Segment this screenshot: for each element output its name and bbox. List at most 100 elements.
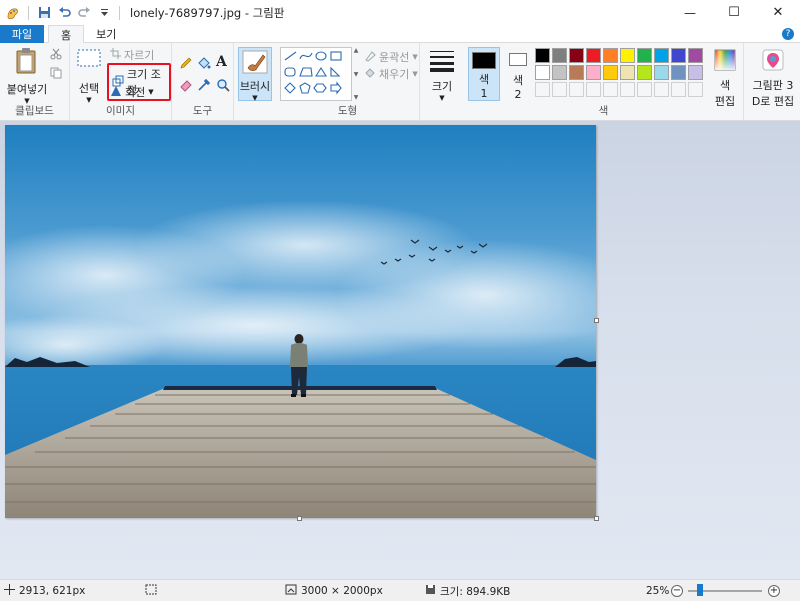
- shapes-scroll[interactable]: ▲ ▼ ▼: [352, 47, 360, 101]
- zoom-slider-thumb[interactable]: [697, 584, 703, 596]
- color1-button[interactable]: 색 1: [468, 47, 500, 101]
- palette-color-swatch[interactable]: [654, 48, 669, 63]
- customize-qat-icon[interactable]: [97, 6, 111, 20]
- cut-icon[interactable]: [50, 48, 62, 63]
- resize-handle-corner[interactable]: [594, 516, 599, 521]
- custom-color-slot[interactable]: [637, 82, 652, 97]
- tab-view[interactable]: 보기: [84, 25, 128, 43]
- palette-color-swatch[interactable]: [620, 48, 635, 63]
- copy-icon[interactable]: [50, 67, 62, 82]
- custom-color-slot[interactable]: [620, 82, 635, 97]
- resize-handle-bottom[interactable]: [297, 516, 302, 521]
- text-tool-icon[interactable]: A: [216, 54, 227, 70]
- window-title: lonely-7689797.jpg - 그림판: [130, 5, 285, 20]
- eraser-icon[interactable]: [179, 78, 193, 95]
- outline-button[interactable]: 윤곽선 ▼: [364, 49, 418, 65]
- outline-icon: [364, 50, 376, 65]
- custom-color-slot[interactable]: [569, 82, 584, 97]
- ribbon-tabs: 파일 홈 보기 ?: [0, 25, 800, 44]
- image-dimensions: 3000 × 2000px: [285, 580, 383, 601]
- save-icon[interactable]: [37, 6, 51, 20]
- palette-color-swatch[interactable]: [586, 48, 601, 63]
- undo-icon[interactable]: [57, 6, 71, 20]
- custom-color-slot[interactable]: [535, 82, 550, 97]
- palette-color-swatch[interactable]: [671, 65, 686, 80]
- magnifier-icon[interactable]: [216, 78, 230, 95]
- crop-button[interactable]: 자르기: [110, 47, 154, 63]
- color-picker-icon[interactable]: [197, 78, 211, 95]
- palette-color-swatch[interactable]: [688, 48, 703, 63]
- palette-color-swatch[interactable]: [620, 65, 635, 80]
- chevron-down-icon: ▼: [148, 88, 154, 96]
- palette-color-swatch[interactable]: [603, 48, 618, 63]
- workspace[interactable]: [0, 121, 800, 579]
- edit-colors-button[interactable]: 색 편집: [710, 49, 740, 109]
- tab-home[interactable]: 홈: [48, 25, 85, 44]
- rounded-rectangle-shape-icon: [284, 67, 296, 77]
- paint3d-icon: [762, 49, 784, 74]
- pentagon-shape-icon: [299, 82, 311, 94]
- color2-button[interactable]: 색 2: [504, 47, 532, 101]
- tab-file[interactable]: 파일: [0, 25, 44, 43]
- palette-color-swatch[interactable]: [535, 65, 550, 80]
- size-button[interactable]: 크기 ▼: [426, 49, 458, 102]
- palette-color-swatch[interactable]: [569, 48, 584, 63]
- color1-number: 1: [480, 87, 488, 100]
- scroll-down-icon[interactable]: ▼: [354, 71, 359, 78]
- select-button[interactable]: 선택 ▼: [75, 49, 103, 104]
- palette-color-swatch[interactable]: [671, 48, 686, 63]
- help-icon[interactable]: ?: [782, 28, 794, 40]
- redo-icon[interactable]: [77, 6, 91, 20]
- color1-swatch: [472, 52, 496, 69]
- group-size: 크기 ▼: [420, 43, 464, 121]
- palette-color-swatch[interactable]: [586, 65, 601, 80]
- zoom-in-button[interactable]: +: [768, 585, 780, 597]
- expand-icon[interactable]: ▼: [354, 94, 359, 101]
- resize-handle-right[interactable]: [594, 318, 599, 323]
- palette-color-swatch[interactable]: [637, 65, 652, 80]
- triangle-shape-icon: [315, 66, 327, 77]
- group-label-shapes: 도형: [337, 105, 358, 117]
- group-image: 선택 ▼ 자르기 크기 조정 회전 ▼ 이미지: [70, 43, 172, 121]
- line-shape-icon: [284, 51, 297, 61]
- selection-size-icon: [145, 584, 157, 598]
- palette-color-swatch[interactable]: [637, 48, 652, 63]
- rotate-button[interactable]: 회전 ▼: [110, 84, 154, 100]
- paste-label: 붙여넣기: [6, 83, 48, 96]
- group-label-tools: 도구: [192, 105, 213, 117]
- paste-button[interactable]: 붙여넣기 ▼: [5, 47, 49, 105]
- custom-color-slot[interactable]: [654, 82, 669, 97]
- title-bar: lonely-7689797.jpg - 그림판 — ☐ ✕: [0, 0, 800, 25]
- image-canvas[interactable]: [5, 125, 596, 518]
- zoom-out-button[interactable]: −: [671, 585, 683, 597]
- shapes-gallery[interactable]: [280, 47, 352, 101]
- palette-color-swatch[interactable]: [654, 65, 669, 80]
- custom-color-slot[interactable]: [586, 82, 601, 97]
- palette-color-swatch[interactable]: [552, 48, 567, 63]
- custom-color-slot[interactable]: [688, 82, 703, 97]
- palette-color-swatch[interactable]: [603, 65, 618, 80]
- rectangle-shape-icon: [330, 51, 342, 61]
- palette-color-swatch[interactable]: [688, 65, 703, 80]
- custom-color-slot[interactable]: [552, 82, 567, 97]
- palette-color-swatch[interactable]: [535, 48, 550, 63]
- edit-with-paint3d-button[interactable]: 그림판 3 D로 편집: [748, 49, 798, 109]
- palette-color-swatch[interactable]: [569, 65, 584, 80]
- select-rectangle-icon: [77, 49, 101, 72]
- close-button[interactable]: ✕: [756, 0, 800, 25]
- group-label-colors: 색: [598, 105, 609, 117]
- palette-color-swatch[interactable]: [552, 65, 567, 80]
- pencil-icon[interactable]: [179, 56, 193, 73]
- maximize-button[interactable]: ☐: [712, 0, 756, 25]
- right-triangle-shape-icon: [330, 66, 341, 77]
- scroll-up-icon[interactable]: ▲: [354, 47, 359, 54]
- custom-color-slot[interactable]: [603, 82, 618, 97]
- custom-color-slot[interactable]: [671, 82, 686, 97]
- fill-bucket-icon[interactable]: [197, 56, 211, 73]
- brushes-button[interactable]: 브러시 ▼: [238, 47, 272, 102]
- fill-button[interactable]: 채우기 ▼: [364, 66, 418, 82]
- paint-app-icon[interactable]: [6, 6, 20, 20]
- group-clipboard: 붙여넣기 ▼ 클립보드: [0, 43, 70, 121]
- minimize-button[interactable]: —: [668, 0, 712, 25]
- rotate-label: 회전: [125, 86, 146, 99]
